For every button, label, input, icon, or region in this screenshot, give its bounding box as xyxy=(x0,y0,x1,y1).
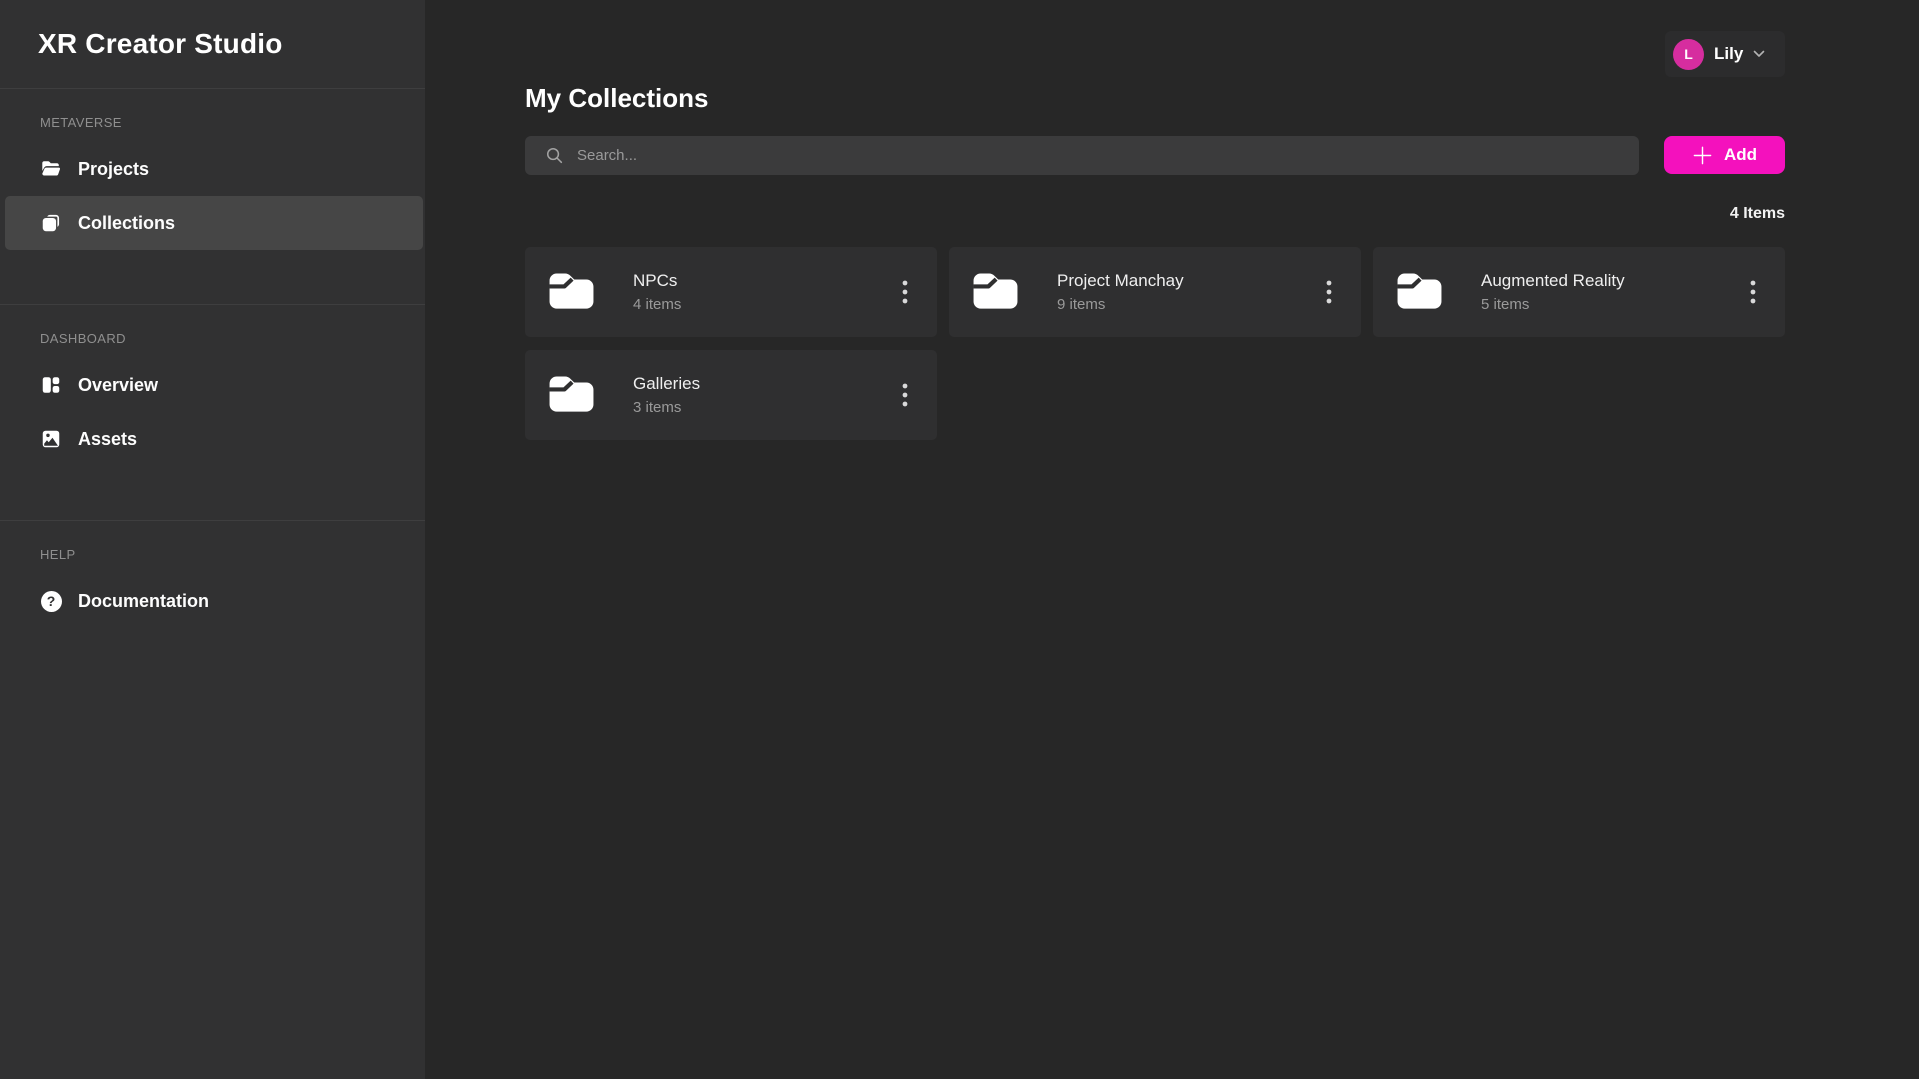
collection-name: Project Manchay xyxy=(1057,271,1184,291)
chevron-down-icon xyxy=(1753,50,1765,58)
page-title: My Collections xyxy=(525,83,1785,114)
plus-icon xyxy=(1692,145,1713,166)
user-name: Lily xyxy=(1714,44,1743,64)
folder-icon xyxy=(970,267,1021,318)
topbar: L Lily xyxy=(525,31,1785,77)
collections-grid: NPCs 4 items Project Manchay 9 items xyxy=(525,247,1785,440)
collection-name: Augmented Reality xyxy=(1481,271,1625,291)
items-count: 4 Items xyxy=(525,205,1785,223)
section-label: DASHBOARD xyxy=(0,331,425,346)
sidebar-item-collections[interactable]: Collections xyxy=(5,196,423,250)
sidebar-section-dashboard: DASHBOARD Overview Assets xyxy=(0,305,425,521)
user-menu[interactable]: L Lily xyxy=(1665,31,1785,77)
collection-card-galleries[interactable]: Galleries 3 items xyxy=(525,350,937,440)
add-button-label: Add xyxy=(1724,145,1757,165)
section-label: HELP xyxy=(0,547,425,562)
sidebar-item-documentation[interactable]: ? Documentation xyxy=(0,574,425,628)
search-input[interactable] xyxy=(577,147,1623,164)
app-title: XR Creator Studio xyxy=(0,0,425,89)
sidebar: XR Creator Studio METAVERSE Projects Col… xyxy=(0,0,425,1079)
search-row: Add xyxy=(525,136,1785,175)
avatar: L xyxy=(1673,39,1704,70)
search-box xyxy=(525,136,1639,175)
main-content: L Lily My Collections xyxy=(425,0,1919,1079)
folder-icon xyxy=(546,267,597,318)
card-menu-button[interactable] xyxy=(893,378,917,412)
sidebar-item-overview[interactable]: Overview xyxy=(0,358,425,412)
sidebar-item-label: Documentation xyxy=(78,591,209,612)
dashboard-icon xyxy=(40,374,62,396)
sidebar-item-label: Projects xyxy=(78,159,149,180)
card-menu-button[interactable] xyxy=(1741,275,1765,309)
collection-card-project-manchay[interactable]: Project Manchay 9 items xyxy=(949,247,1361,337)
collection-count: 4 items xyxy=(633,296,681,313)
collection-card-npcs[interactable]: NPCs 4 items xyxy=(525,247,937,337)
sidebar-item-projects[interactable]: Projects xyxy=(0,142,425,196)
card-menu-button[interactable] xyxy=(893,275,917,309)
card-menu-button[interactable] xyxy=(1317,275,1341,309)
sidebar-item-label: Collections xyxy=(78,213,175,234)
search-icon xyxy=(545,146,564,165)
help-icon: ? xyxy=(40,590,62,612)
collection-name: NPCs xyxy=(633,271,681,291)
collection-count: 9 items xyxy=(1057,296,1184,313)
sidebar-item-label: Overview xyxy=(78,375,158,396)
sidebar-section-help: HELP ? Documentation xyxy=(0,521,425,682)
collection-name: Galleries xyxy=(633,374,700,394)
collection-card-augmented-reality[interactable]: Augmented Reality 5 items xyxy=(1373,247,1785,337)
folder-icon xyxy=(1394,267,1445,318)
add-button[interactable]: Add xyxy=(1664,136,1785,174)
folder-open-icon xyxy=(40,158,62,180)
sidebar-item-label: Assets xyxy=(78,429,137,450)
image-icon xyxy=(40,428,62,450)
collections-icon xyxy=(40,212,62,234)
folder-icon xyxy=(546,370,597,421)
collection-count: 5 items xyxy=(1481,296,1625,313)
collection-count: 3 items xyxy=(633,399,700,416)
section-label: METAVERSE xyxy=(0,115,425,130)
sidebar-item-assets[interactable]: Assets xyxy=(0,412,425,466)
sidebar-section-metaverse: METAVERSE Projects Collections xyxy=(0,89,425,305)
